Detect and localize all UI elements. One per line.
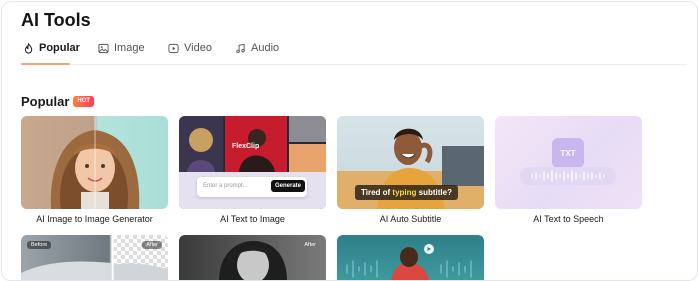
section-title: Popular — [21, 94, 70, 109]
tool-label: AI Auto Subtitle — [379, 214, 442, 224]
tool-thumbnail: After — [179, 235, 326, 280]
tool-label: AI Text to Speech — [533, 214, 604, 224]
ai-tools-panel: AI Tools Popular Image Video Audio Popul… — [1, 1, 698, 281]
active-tab-indicator — [21, 63, 70, 65]
tool-thumbnail: Tired of typing subtitle? — [337, 116, 484, 209]
tool-thumbnail — [21, 116, 168, 209]
tab-audio[interactable]: Audio — [235, 42, 279, 64]
tool-card-text-to-image[interactable]: FlexClip Enter a prompt... Generate AI T… — [179, 116, 326, 224]
tool-thumbnail: FlexClip Enter a prompt... Generate — [179, 116, 326, 209]
tool-card-photo-restore[interactable]: After — [179, 235, 326, 280]
caption-suffix: subtitle? — [416, 188, 452, 197]
girl-portrait-illustration — [50, 116, 140, 209]
tool-card-auto-subtitle[interactable]: Tired of typing subtitle? AI Auto Subtit… — [337, 116, 484, 224]
tab-video-label: Video — [184, 42, 212, 54]
popular-section-header: Popular HOT — [21, 94, 95, 109]
prompt-box: Enter a prompt... Generate — [197, 177, 307, 197]
music-icon — [236, 43, 245, 54]
hot-badge: HOT — [73, 96, 95, 107]
subtitle-caption: Tired of typing subtitle? — [355, 185, 458, 200]
flame-icon — [24, 43, 33, 54]
tool-card-text-to-speech[interactable]: TXT AI Text to Speech — [495, 116, 642, 224]
tab-image[interactable]: Image — [98, 42, 145, 64]
waveform-icon — [531, 170, 605, 182]
after-chip: After — [142, 241, 162, 249]
after-chip: After — [304, 242, 316, 248]
image-icon — [98, 43, 109, 54]
category-tabs: Popular Image Video Audio — [21, 42, 687, 65]
tool-thumbnail: TXT — [495, 116, 642, 209]
tab-popular-label: Popular — [39, 42, 80, 54]
caption-highlight: typing — [392, 188, 417, 197]
tab-popular[interactable]: Popular — [21, 42, 80, 65]
tab-audio-label: Audio — [251, 42, 280, 54]
tool-label: AI Image to Image Generator — [36, 214, 153, 224]
txt-file-icon: TXT — [552, 138, 584, 168]
tab-image-label: Image — [114, 42, 145, 54]
tab-video[interactable]: Video — [168, 42, 212, 64]
brand-text: FlexClip — [232, 143, 259, 150]
play-icon — [168, 43, 179, 54]
prompt-input[interactable]: Enter a prompt... — [203, 183, 248, 189]
tool-card-image-to-image[interactable]: AI Image to Image Generator — [21, 116, 168, 224]
before-chip: Before — [27, 241, 52, 249]
generate-button[interactable]: Generate — [270, 180, 305, 192]
tool-thumbnail — [337, 235, 484, 280]
singer-video-thumbnail — [346, 244, 472, 280]
tool-card-background-remover[interactable]: Before After — [21, 235, 168, 280]
page-title: AI Tools — [21, 10, 91, 30]
file-text: TXT — [560, 148, 576, 158]
tool-card-music-video[interactable] — [337, 235, 484, 280]
tool-label: AI Text to Image — [220, 214, 285, 224]
tool-thumbnail: Before After — [21, 235, 168, 280]
caption-prefix: Tired of — [361, 188, 393, 197]
waveform-pill — [520, 167, 616, 185]
